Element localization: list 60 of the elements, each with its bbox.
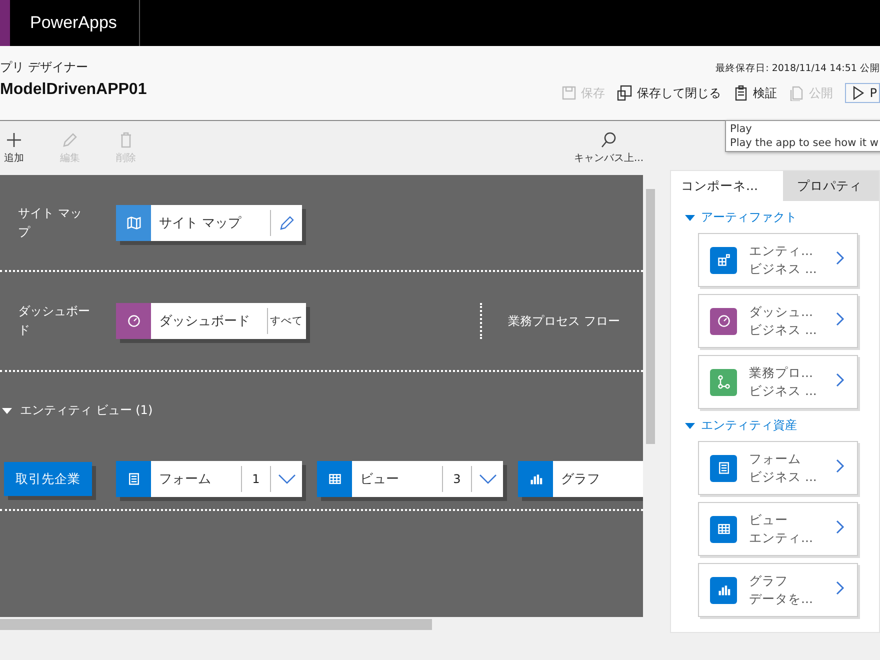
process-flow-slot[interactable]: 業務プロセス フロー [480, 303, 620, 339]
add-button[interactable]: 追加 [0, 131, 32, 165]
tooltip-text: Play the app to see how it w [730, 136, 880, 150]
tooltip-title: Play [730, 122, 753, 136]
last-saved-text: 最終保存日: 2018/11/14 14:51 公開 [716, 62, 880, 75]
grid-icon [716, 253, 730, 267]
bar-chart-icon [716, 583, 730, 597]
chevron-down-icon [278, 474, 296, 484]
brand-strip [0, 0, 10, 46]
save-close-button[interactable]: 保存して閉じる [616, 84, 721, 102]
breadcrumb: プリ デザイナー [0, 59, 89, 76]
chevron-down-icon [478, 474, 496, 484]
row-label: サイト マップ [18, 204, 83, 240]
component-card[interactable]: ビュー エンティ... [698, 502, 858, 556]
form-icon [716, 461, 730, 475]
entity-button[interactable]: 取引先企業 [4, 462, 92, 496]
clipboard-icon [732, 85, 749, 101]
validate-button[interactable]: 検証 [732, 84, 777, 102]
gauge-icon [716, 314, 730, 328]
component-card[interactable]: ダッシュ... ビジネス ... [698, 294, 858, 348]
site-map-tile[interactable]: サイト マップ [116, 204, 302, 240]
chart-tile[interactable]: グラフ [518, 461, 643, 497]
section-header[interactable]: エンティティ資産 [671, 409, 797, 441]
entity-view-header[interactable]: エンティティ ビュー (1) [0, 402, 643, 419]
component-card[interactable]: エンティ... ビジネス ... [698, 233, 858, 287]
component-card[interactable]: 業務プロ... ビジネス ... [698, 355, 858, 409]
search-icon [600, 131, 618, 149]
chevron-right-icon [835, 458, 845, 474]
dashboard-tile[interactable]: ダッシュボード すべて [116, 303, 306, 339]
bar-chart-icon [528, 472, 542, 486]
caret-down-icon [685, 214, 695, 222]
caret-down-icon [685, 422, 695, 430]
gauge-icon [126, 314, 140, 328]
chevron-right-icon [835, 372, 845, 388]
component-card[interactable]: フォーム ビジネス ... [698, 441, 858, 495]
row-label: ダッシュボード [18, 303, 90, 339]
save-icon [560, 85, 577, 101]
chevron-right-icon [835, 580, 845, 596]
panel-tab[interactable]: プロパティ [782, 171, 879, 201]
chevron-right-icon [835, 250, 845, 266]
view-tile[interactable]: ビュー 3 [317, 461, 503, 497]
chevron-right-icon [835, 311, 845, 327]
search-button[interactable]: キャンバス上... [568, 130, 650, 166]
document-icon [788, 85, 805, 101]
caret-down-icon [2, 406, 12, 414]
plus-icon [5, 131, 23, 149]
app-name: ModelDrivenAPP01 [0, 81, 147, 99]
map-icon [116, 204, 151, 240]
form-icon [126, 472, 140, 486]
play-button[interactable]: P [844, 83, 880, 103]
table-icon [716, 522, 730, 536]
chevron-right-icon [835, 519, 845, 535]
form-tile[interactable]: フォーム 1 [116, 461, 302, 497]
pencil-icon [278, 214, 294, 230]
table-icon [328, 472, 342, 486]
flow-icon [716, 375, 730, 389]
component-card[interactable]: グラフ データを... [698, 563, 858, 617]
save-close-icon [616, 85, 633, 101]
pencil-icon [61, 131, 79, 149]
section-header[interactable]: アーティファクト [671, 201, 797, 233]
